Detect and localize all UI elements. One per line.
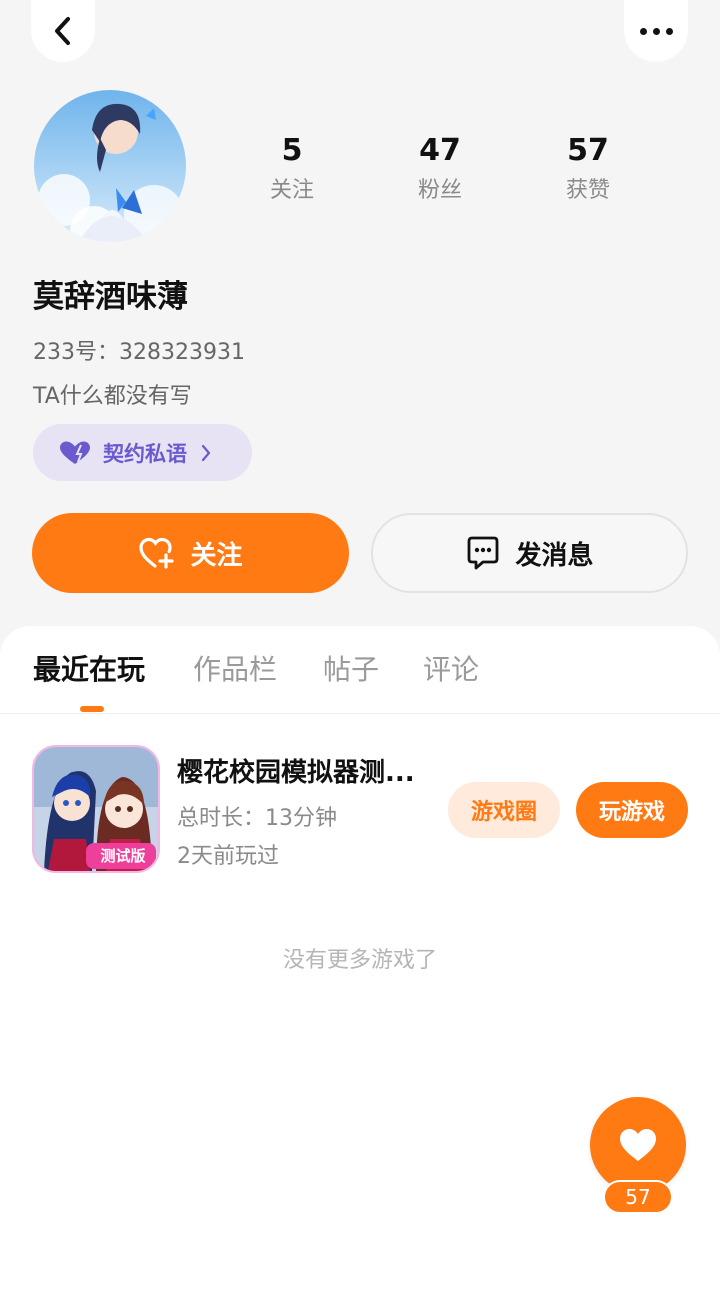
chevron-left-icon: [55, 17, 70, 45]
tab-comments[interactable]: 评论: [423, 652, 479, 688]
game-total-duration: 总时长：13分钟: [177, 806, 337, 831]
game-icon-badge: 测试版: [100, 847, 146, 865]
user-id-value: 328323931: [119, 340, 245, 365]
chevron-right-icon: [201, 444, 211, 461]
stat-likes[interactable]: 57 获赞: [533, 132, 643, 204]
heart-icon: [60, 441, 90, 464]
contract-whisper-button[interactable]: 契约私语: [33, 424, 252, 481]
like-count-badge: 57: [603, 1180, 673, 1214]
profile-page: 5 关注 47 粉丝 57 获赞 莫辞酒味薄 233号：328323931 TA…: [0, 0, 720, 1292]
stat-fans-value: 47: [419, 133, 461, 168]
list-item[interactable]: 测试版 樱花校园模拟器测... 总时长：13分钟 2天前玩过 游戏圈 玩游戏: [0, 744, 720, 874]
like-button[interactable]: [590, 1097, 686, 1193]
avatar[interactable]: [34, 90, 186, 242]
more-dots-icon: [639, 27, 673, 35]
list-end-text: 没有更多游戏了: [282, 948, 437, 973]
stat-following[interactable]: 5 关注: [237, 132, 347, 204]
game-circle-button[interactable]: 游戏圈: [448, 782, 560, 838]
more-button[interactable]: [624, 0, 688, 62]
user-id: 233号：328323931: [33, 334, 245, 366]
tab-active-indicator: [80, 706, 104, 712]
stat-likes-value: 57: [567, 133, 609, 168]
play-game-button[interactable]: 玩游戏: [576, 782, 688, 838]
follow-button[interactable]: 关注: [32, 513, 349, 593]
chat-bubble-icon: [468, 536, 499, 570]
game-icon[interactable]: 测试版: [32, 745, 160, 873]
stat-likes-label: 获赞: [565, 178, 610, 203]
user-id-label: 233号：: [33, 340, 119, 365]
follow-label: 关注: [190, 540, 243, 571]
contract-whisper-label: 契约私语: [103, 441, 187, 466]
send-message-label: 发消息: [515, 540, 594, 571]
heart-icon: [620, 1129, 656, 1161]
back-button[interactable]: [31, 0, 95, 62]
stat-fans[interactable]: 47 粉丝: [385, 132, 495, 204]
tab-posts[interactable]: 帖子: [323, 652, 379, 688]
profile-header: 5 关注 47 粉丝 57 获赞 莫辞酒味薄 233号：328323931 TA…: [0, 0, 720, 660]
stat-following-label: 关注: [269, 178, 314, 203]
bio: TA什么都没有写: [33, 384, 192, 409]
game-last-played: 2天前玩过: [177, 844, 279, 869]
nickname: 莫辞酒味薄: [33, 279, 188, 315]
tab-works[interactable]: 作品栏: [193, 652, 277, 688]
tab-bar: 最近在玩 作品栏 帖子 评论: [0, 626, 720, 714]
tab-recent-playing[interactable]: 最近在玩: [33, 652, 145, 688]
heart-plus-icon: [139, 537, 175, 569]
send-message-button[interactable]: 发消息: [371, 513, 688, 593]
game-title: 樱花校园模拟器测...: [177, 758, 415, 788]
stat-following-value: 5: [281, 133, 303, 168]
stat-fans-label: 粉丝: [417, 178, 462, 203]
